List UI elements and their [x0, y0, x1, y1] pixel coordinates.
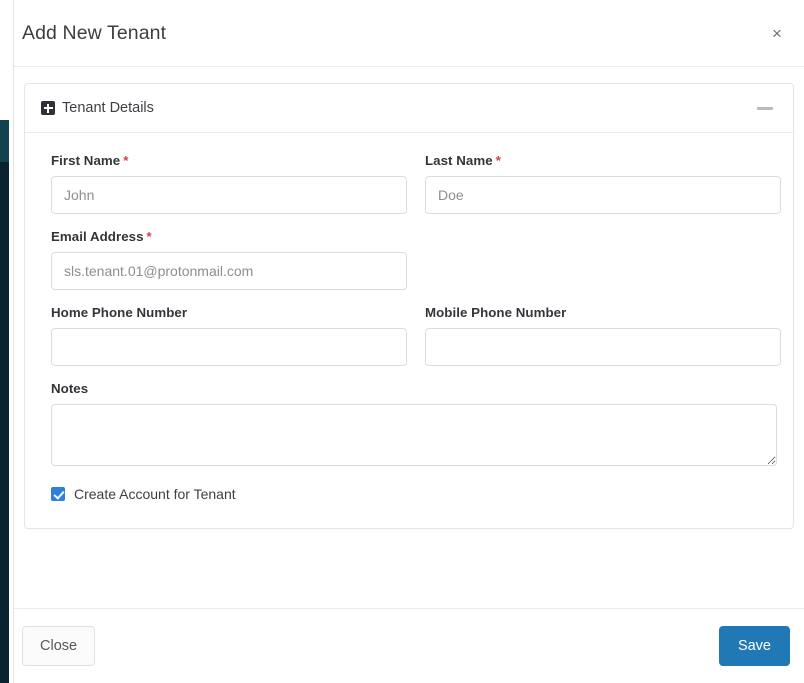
modal-footer: Close Save: [14, 608, 804, 683]
field-group-first-name: First Name *: [51, 153, 407, 214]
modal-header: Add New Tenant ×: [14, 0, 804, 67]
home-phone-label: Home Phone Number: [51, 305, 188, 320]
notes-label: Notes: [51, 381, 89, 396]
tenant-details-card-header[interactable]: Tenant Details: [25, 84, 793, 133]
form-row-phones: Home Phone Number Mobile Phone Number: [51, 305, 781, 366]
modal-body: Tenant Details First Name* Last Name*: [14, 67, 804, 608]
tenant-details-card-body: First Name* Last Name* Email Ad: [25, 133, 793, 528]
tenant-details-title: Tenant Details: [62, 100, 154, 116]
page-title: Add New Tenant: [22, 21, 167, 44]
create-account-checkbox[interactable]: [51, 487, 65, 501]
field-group-email: Email Address *: [51, 229, 407, 290]
required-marker: *: [123, 153, 129, 168]
last-name-label-text: Last Name: [425, 153, 493, 168]
field-group-notes: Notes: [51, 381, 777, 466]
first-name-label: First Name *: [51, 153, 407, 168]
first-name-label-text: First Name: [51, 153, 121, 168]
email-label-text: Email Address: [51, 229, 144, 244]
create-account-label[interactable]: Create Account for Tenant: [74, 486, 236, 502]
email-label: Email Address *: [51, 229, 407, 244]
last-name-label: Last Name *: [425, 153, 781, 168]
mobile-phone-label: Mobile Phone Number: [425, 305, 567, 320]
field-group-home-phone: Home Phone Number: [51, 305, 407, 366]
minus-icon[interactable]: [755, 98, 775, 118]
tenant-details-card: Tenant Details First Name* Last Name*: [24, 83, 794, 529]
close-icon[interactable]: ×: [762, 18, 792, 48]
form-row-notes: Notes: [51, 381, 777, 466]
cancel-button[interactable]: Close: [22, 626, 96, 666]
background-sidebar-active-item: [0, 120, 9, 162]
notes-textarea[interactable]: [51, 404, 777, 466]
mobile-phone-input[interactable]: [425, 328, 781, 366]
create-account-row: Create Account for Tenant: [51, 486, 767, 502]
save-button[interactable]: Save: [718, 626, 790, 666]
tenant-details-title-wrap: Tenant Details: [41, 100, 154, 116]
last-name-input[interactable]: [425, 176, 781, 214]
email-field[interactable]: [51, 252, 407, 290]
required-marker: *: [495, 153, 501, 168]
background-sidebar: [0, 120, 9, 683]
home-phone-input[interactable]: [51, 328, 407, 366]
field-group-last-name: Last Name *: [425, 153, 781, 214]
first-name-input[interactable]: [51, 176, 407, 214]
required-marker: *: [146, 229, 152, 244]
form-row-names: First Name* Last Name*: [51, 153, 781, 214]
field-group-mobile-phone: Mobile Phone Number: [425, 305, 781, 366]
add-tenant-modal: Add New Tenant × Tenant Details First Na…: [13, 0, 804, 683]
plus-square-icon: [41, 101, 55, 115]
form-row-email: Email Address *: [51, 229, 767, 290]
